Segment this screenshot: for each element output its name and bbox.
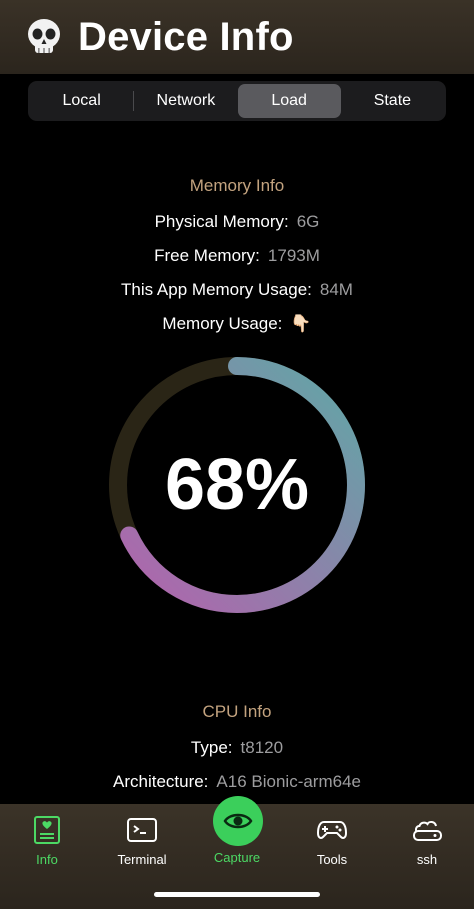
cloud-drive-icon xyxy=(413,820,442,841)
tabbar-item-terminal[interactable]: Terminal xyxy=(95,804,189,884)
segmented-control: Local Network Load State xyxy=(28,81,446,121)
tabbar-item-info[interactable]: Info xyxy=(0,804,94,884)
memory-info-title: Memory Info xyxy=(189,176,285,195)
cpu-architecture-row: Architecture: A16 Bionic-arm64e xyxy=(112,772,361,791)
home-indicator xyxy=(154,892,320,897)
cpu-info-title: CPU Info xyxy=(202,702,272,721)
tabbar-item-ssh[interactable]: ssh xyxy=(380,804,474,884)
terminal-icon xyxy=(127,818,157,842)
memory-usage-row: Memory Usage: 👇🏻 xyxy=(162,314,312,333)
app-header: Device Info xyxy=(0,0,474,74)
tab-state[interactable]: State xyxy=(341,84,444,118)
skull-icon xyxy=(28,19,60,53)
cpu-type-row: Type: t8120 xyxy=(190,738,284,757)
app-memory-row: This App Memory Usage: 84M xyxy=(121,280,353,299)
pointing-down-icon: 👇🏻 xyxy=(290,314,312,333)
free-memory-row: Free Memory: 1793M xyxy=(154,246,320,265)
tabbar-item-tools[interactable]: Tools xyxy=(285,804,379,884)
tab-load[interactable]: Load xyxy=(237,84,341,118)
eye-icon xyxy=(223,813,253,829)
heart-card-icon xyxy=(34,816,60,844)
page-title: Device Info xyxy=(78,14,294,59)
gamepad-icon xyxy=(316,821,348,839)
capture-button[interactable] xyxy=(213,796,263,846)
physical-memory-row: Physical Memory: 6G xyxy=(154,212,320,231)
tab-network[interactable]: Network xyxy=(134,84,237,118)
tab-local[interactable]: Local xyxy=(30,84,133,118)
memory-usage-percent: 68% xyxy=(164,445,310,525)
